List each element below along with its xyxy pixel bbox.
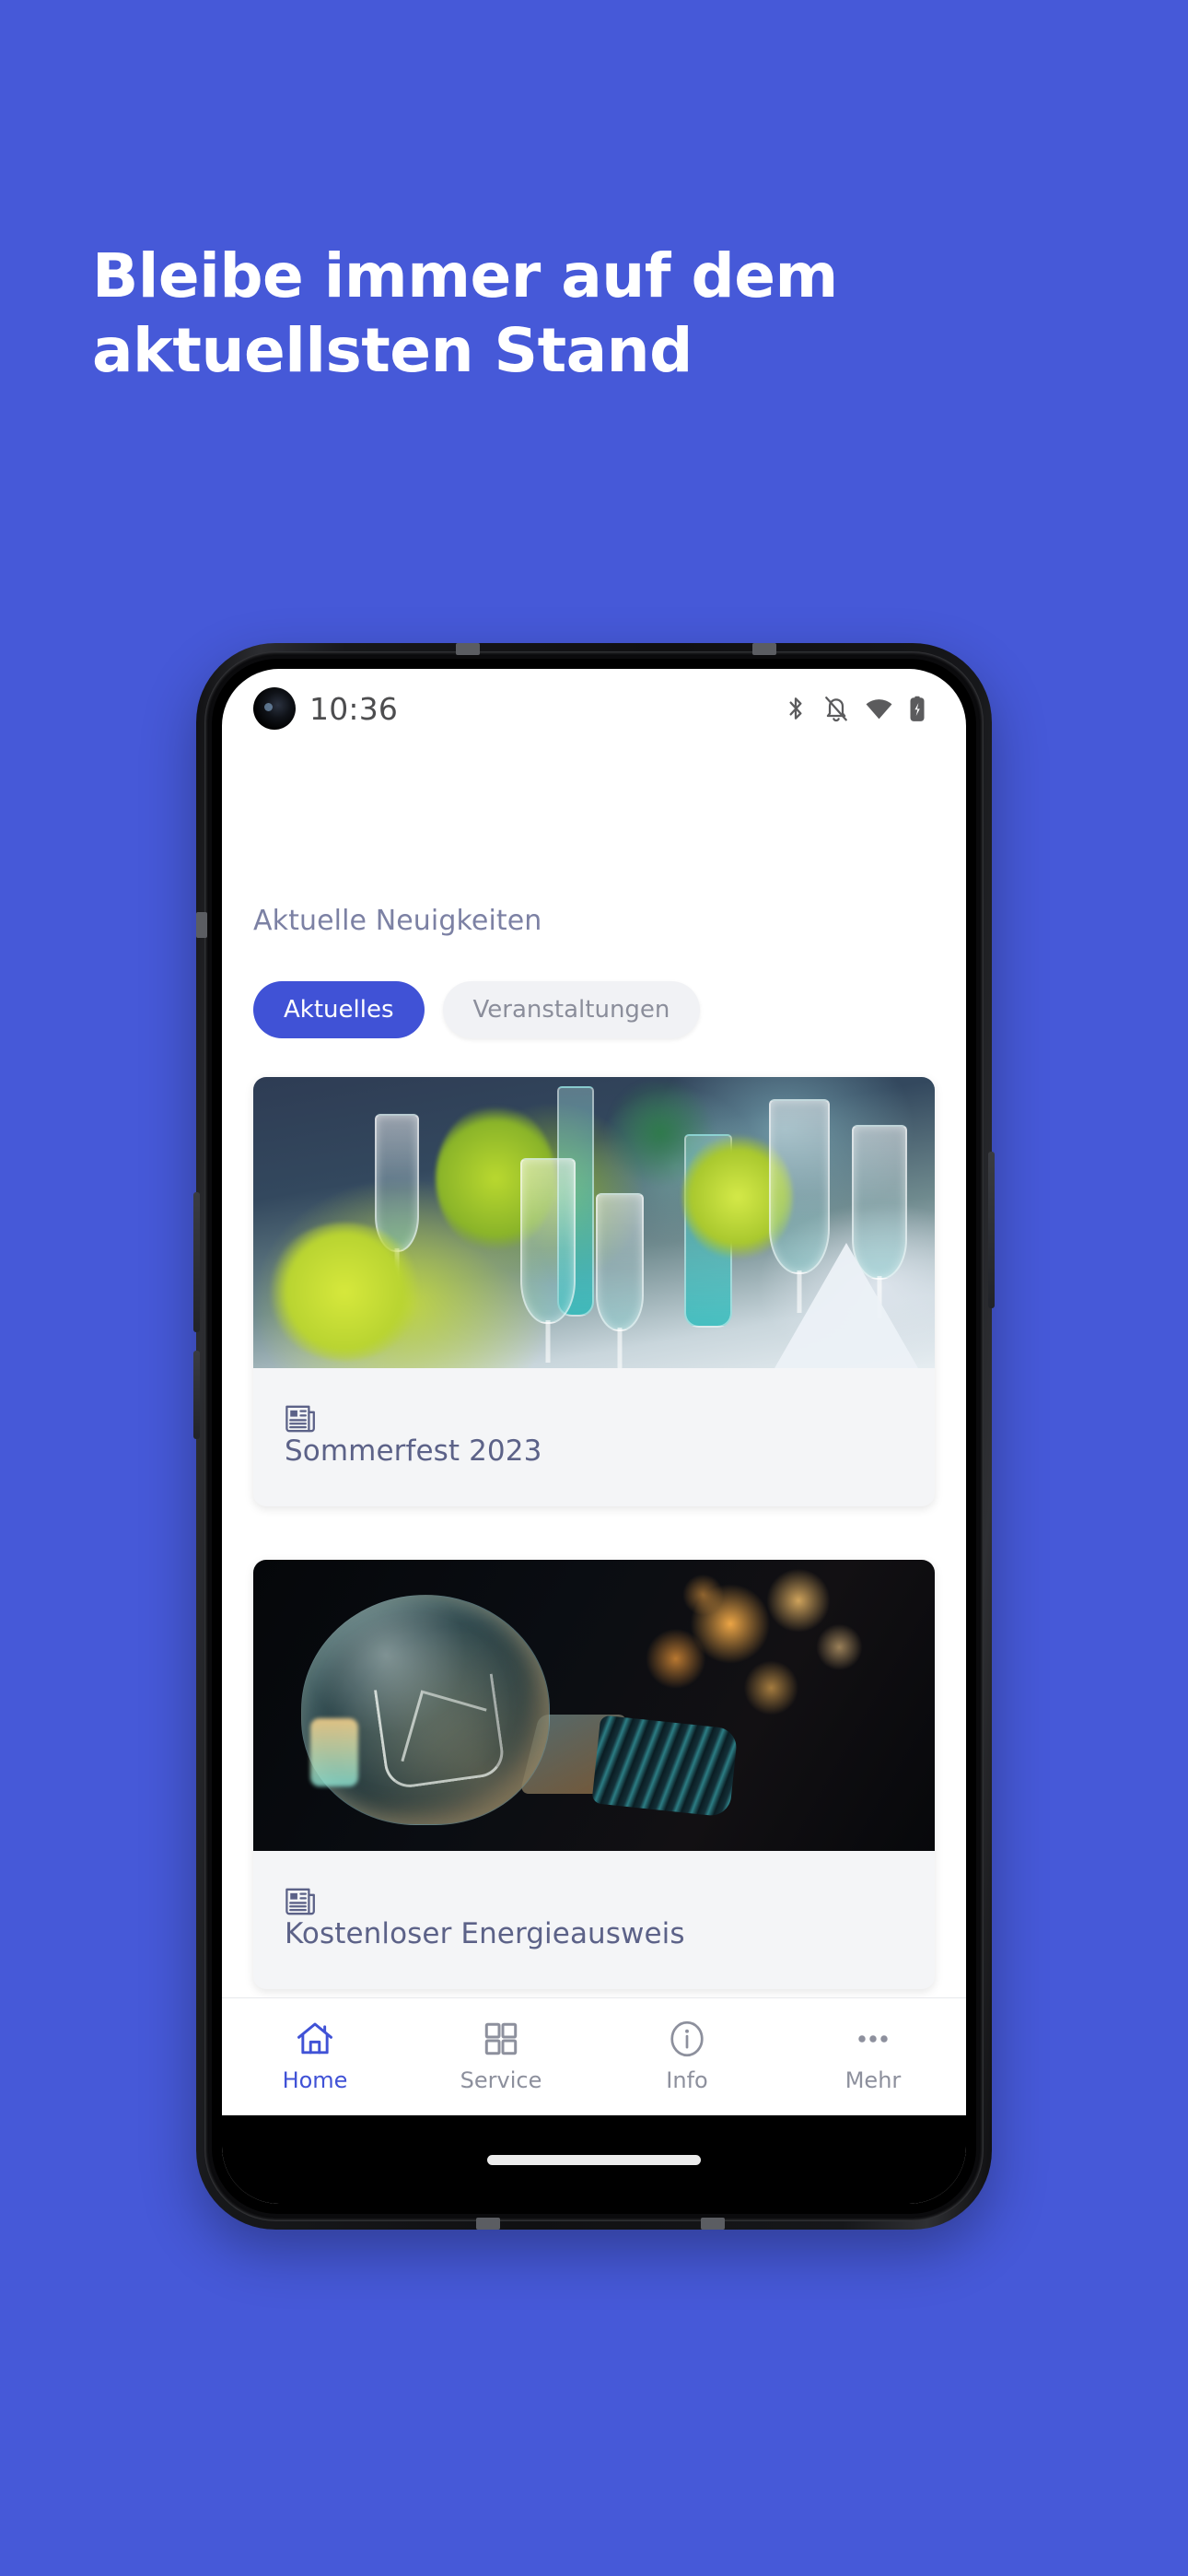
nav-item-info[interactable]: Info [594, 2020, 780, 2093]
ellipsis-icon [854, 2020, 892, 2057]
news-card-image-sommerfest [253, 1077, 935, 1368]
news-card-title: Sommerfest 2023 [285, 1434, 542, 1468]
gesture-navigation-area [222, 2115, 966, 2204]
antenna-seam-top-right [752, 643, 776, 655]
antenna-seam-top-left [456, 643, 480, 655]
notifications-off-icon [823, 695, 849, 722]
nav-label-mehr: Mehr [844, 2067, 902, 2093]
antenna-seam-left [196, 912, 207, 938]
phone-device-frame: 10:36 Aktuelle Neuigkeiten Aktuelles Ver… [193, 643, 995, 2230]
news-card-body-sommerfest: Sommerfest 2023 [253, 1368, 935, 1506]
news-card-image-energieausweis [253, 1560, 935, 1851]
antenna-seam-bottom-left [476, 2218, 500, 2230]
marketing-headline: Bleibe immer auf dem aktuellsten Stand [92, 240, 838, 386]
newspaper-icon [285, 1403, 903, 1434]
news-card-title: Kostenloser Energieausweis [285, 1917, 685, 1950]
nav-label-home: Home [282, 2067, 348, 2093]
battery-charging-icon [909, 695, 926, 722]
phone-screen: 10:36 Aktuelle Neuigkeiten Aktuelles Ver… [222, 669, 966, 2204]
newspaper-icon [285, 1886, 903, 1917]
front-camera-punch-hole [253, 687, 296, 730]
wifi-icon [865, 697, 893, 720]
power-button[interactable] [988, 1152, 995, 1308]
home-icon [296, 2020, 334, 2057]
nav-label-info: Info [666, 2067, 708, 2093]
nav-item-service[interactable]: Service [408, 2020, 594, 2093]
volume-down-button[interactable] [193, 1351, 200, 1439]
tab-veranstaltungen[interactable]: Veranstaltungen [442, 981, 701, 1038]
home-indicator[interactable] [487, 2154, 701, 2165]
volume-up-button[interactable] [193, 1192, 200, 1332]
info-icon [668, 2020, 706, 2057]
grid-icon [482, 2020, 520, 2057]
app-content: Aktuelle Neuigkeiten Aktuelles Veranstal… [222, 905, 966, 1989]
news-card-sommerfest[interactable]: Sommerfest 2023 [253, 1077, 935, 1506]
news-card-energieausweis[interactable]: Kostenloser Energieausweis [253, 1560, 935, 1989]
status-bar-icons [784, 695, 926, 722]
bottom-navigation-bar: Home Service Info Mehr [222, 1997, 966, 2115]
news-card-body-energieausweis: Kostenloser Energieausweis [253, 1851, 935, 1989]
nav-item-home[interactable]: Home [222, 2020, 408, 2093]
news-filter-tabs: Aktuelles Veranstaltungen [253, 981, 935, 1038]
page-title: Aktuelle Neuigkeiten [253, 905, 542, 937]
status-bar-clock: 10:36 [309, 690, 399, 727]
nav-item-mehr[interactable]: Mehr [780, 2020, 966, 2093]
status-bar: 10:36 [222, 669, 966, 748]
tab-aktuelles[interactable]: Aktuelles [253, 981, 425, 1038]
news-card-list: Sommerfest 2023 Kostenloser Energieauswe… [253, 1077, 935, 1989]
bluetooth-icon [784, 695, 808, 722]
antenna-seam-bottom-right [701, 2218, 725, 2230]
nav-label-service: Service [460, 2067, 542, 2093]
